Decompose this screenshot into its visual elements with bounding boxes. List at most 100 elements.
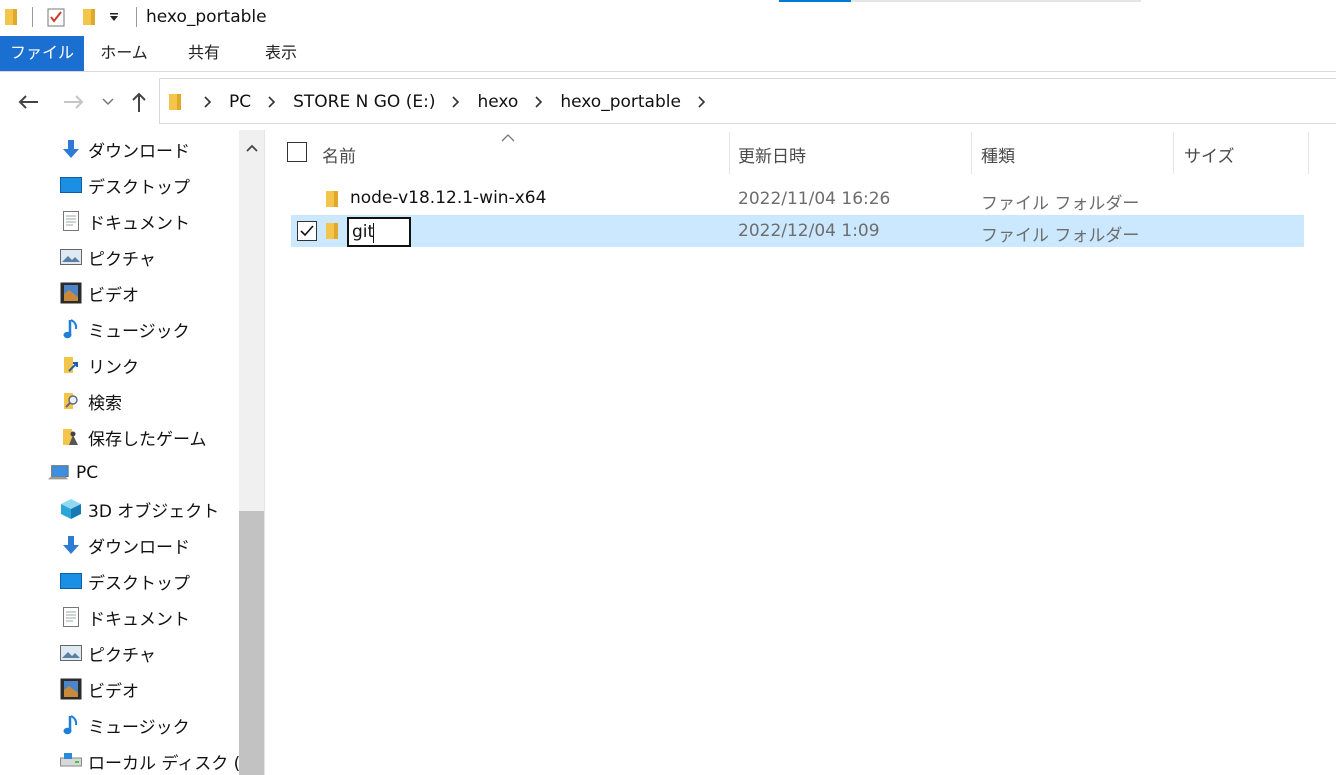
- window-title: hexo_portable: [146, 7, 267, 27]
- recent-locations-dropdown[interactable]: [98, 90, 118, 114]
- file-name[interactable]: node-v18.12.1-win-x64: [350, 188, 546, 208]
- separator: [32, 7, 33, 27]
- select-all-checkbox[interactable]: [287, 142, 307, 162]
- sidebar-item-downloads[interactable]: ダウンロード: [60, 530, 190, 560]
- column-header-name[interactable]: 名前: [322, 142, 356, 167]
- breadcrumb-item[interactable]: PC: [220, 92, 260, 112]
- sidebar-item-label: 検索: [88, 393, 122, 414]
- column-divider[interactable]: [1308, 132, 1309, 174]
- sidebar-item-searches[interactable]: 検索: [60, 386, 122, 416]
- document-icon: [60, 606, 82, 628]
- links-folder-icon: [60, 354, 82, 376]
- sidebar-item-videos[interactable]: ビデオ: [60, 278, 139, 308]
- customize-dropdown-icon[interactable]: [108, 6, 124, 28]
- sidebar-item-saved-games[interactable]: 保存したゲーム: [60, 422, 207, 452]
- column-header-type[interactable]: 種類: [981, 142, 1015, 167]
- separator: [136, 7, 137, 27]
- sidebar-item-pictures[interactable]: ピクチャ: [60, 242, 156, 272]
- rename-input[interactable]: git: [347, 217, 411, 247]
- navigation-pane: ダウンロード デスクトップ ドキュメント ピクチャ ビデオ ミュージック リンク…: [0, 130, 265, 775]
- sidebar-item-label: PC: [76, 463, 99, 483]
- file-type: ファイル フォルダー: [981, 226, 1140, 246]
- sidebar-item-desktop[interactable]: デスクトップ: [60, 566, 190, 596]
- tab-share[interactable]: 共有: [170, 36, 238, 71]
- folder-icon: [324, 189, 342, 209]
- sidebar-item-local-disk-c[interactable]: ローカル ディスク (C:): [60, 746, 264, 775]
- file-modified: 2022/12/04 1:09: [738, 221, 880, 241]
- tab-view[interactable]: 表示: [246, 36, 316, 71]
- sidebar-item-label: デスクトップ: [88, 573, 190, 594]
- sidebar-item-desktop[interactable]: デスクトップ: [60, 170, 190, 200]
- properties-check-icon[interactable]: [46, 6, 66, 28]
- back-button[interactable]: [14, 90, 42, 114]
- sidebar-item-label: ローカル ディスク (C:): [88, 753, 265, 774]
- title-accent-bar: [779, 0, 851, 2]
- pane-divider[interactable]: [264, 130, 265, 775]
- address-bar[interactable]: PC STORE N GO (E:) hexo hexo_portable: [159, 78, 1336, 124]
- chevron-right-icon[interactable]: [196, 96, 220, 108]
- scrollbar-thumb[interactable]: [239, 511, 264, 775]
- column-header-row: 名前 更新日時 種類 サイズ: [266, 126, 1336, 180]
- chevron-right-icon[interactable]: [260, 96, 284, 108]
- text-caret: [373, 223, 374, 243]
- local-disk-icon: [60, 750, 82, 772]
- desktop-icon: [60, 570, 82, 592]
- pictures-icon: [60, 642, 82, 664]
- tab-home[interactable]: ホーム: [88, 36, 160, 71]
- sidebar-item-documents[interactable]: ドキュメント: [60, 206, 190, 236]
- sidebar-item-music[interactable]: ミュージック: [60, 710, 190, 740]
- chevron-right-icon[interactable]: [690, 96, 714, 108]
- sidebar-item-label: ダウンロード: [88, 537, 190, 558]
- sidebar-item-label: ピクチャ: [88, 249, 156, 270]
- folder-icon: [168, 92, 184, 112]
- column-divider[interactable]: [1173, 132, 1174, 174]
- sidebar-item-label: リンク: [88, 357, 139, 378]
- sort-ascending-icon: [501, 128, 515, 142]
- breadcrumb-item[interactable]: hexo_portable: [551, 92, 690, 112]
- file-row[interactable]: node-v18.12.1-win-x64 2022/11/04 16:26 フ…: [291, 183, 1304, 215]
- sidebar-item-downloads[interactable]: ダウンロード: [60, 134, 190, 164]
- sidebar-item-label: ドキュメント: [88, 609, 190, 630]
- folder-icon[interactable]: [4, 6, 20, 28]
- desktop-icon: [60, 174, 82, 196]
- column-header-modified[interactable]: 更新日時: [738, 142, 806, 167]
- file-modified: 2022/11/04 16:26: [738, 189, 891, 209]
- sidebar-item-label: デスクトップ: [88, 177, 190, 198]
- sidebar-item-pictures[interactable]: ピクチャ: [60, 638, 156, 668]
- sidebar-item-label: 3D オブジェクト: [88, 501, 220, 522]
- sidebar-item-pc[interactable]: PC: [48, 458, 98, 488]
- sidebar-item-label: ドキュメント: [88, 213, 190, 234]
- column-divider[interactable]: [971, 132, 972, 174]
- chevron-right-icon[interactable]: [527, 96, 551, 108]
- rename-input-value: git: [352, 222, 375, 242]
- music-note-icon: [60, 714, 82, 736]
- scroll-up-icon[interactable]: [239, 138, 264, 158]
- tab-file[interactable]: ファイル: [0, 36, 84, 71]
- up-button[interactable]: [126, 90, 152, 114]
- video-icon: [60, 282, 82, 304]
- sidebar-item-3d-objects[interactable]: 3D オブジェクト: [60, 494, 219, 524]
- chevron-right-icon[interactable]: [444, 96, 468, 108]
- file-row-selected[interactable]: git 2022/12/04 1:09 ファイル フォルダー: [291, 215, 1304, 247]
- column-divider[interactable]: [729, 132, 730, 174]
- sidebar-item-music[interactable]: ミュージック: [60, 314, 190, 344]
- sidebar-item-documents[interactable]: ドキュメント: [60, 602, 190, 632]
- column-header-size[interactable]: サイズ: [1184, 142, 1235, 167]
- sidebar-item-label: ダウンロード: [88, 141, 190, 162]
- sidebar-item-videos[interactable]: ビデオ: [60, 674, 139, 704]
- 3d-objects-icon: [60, 498, 82, 520]
- new-folder-icon[interactable]: [82, 6, 98, 28]
- sidebar-item-label: ミュージック: [88, 321, 190, 342]
- forward-button[interactable]: [60, 90, 88, 114]
- sidebar-item-label: ミュージック: [88, 717, 190, 738]
- breadcrumb: PC STORE N GO (E:) hexo hexo_portable: [196, 79, 714, 125]
- title-bar: hexo_portable: [0, 0, 1336, 36]
- sidebar-scrollbar[interactable]: [239, 130, 264, 775]
- row-checkbox[interactable]: [297, 221, 317, 241]
- breadcrumb-item[interactable]: hexo: [468, 92, 527, 112]
- sidebar-item-links[interactable]: リンク: [60, 350, 139, 380]
- breadcrumb-item[interactable]: STORE N GO (E:): [284, 92, 444, 112]
- pc-icon: [48, 462, 70, 484]
- download-arrow-icon: [60, 138, 82, 160]
- file-list: 名前 更新日時 種類 サイズ node-v18.12.1-win-x64 202…: [266, 126, 1336, 775]
